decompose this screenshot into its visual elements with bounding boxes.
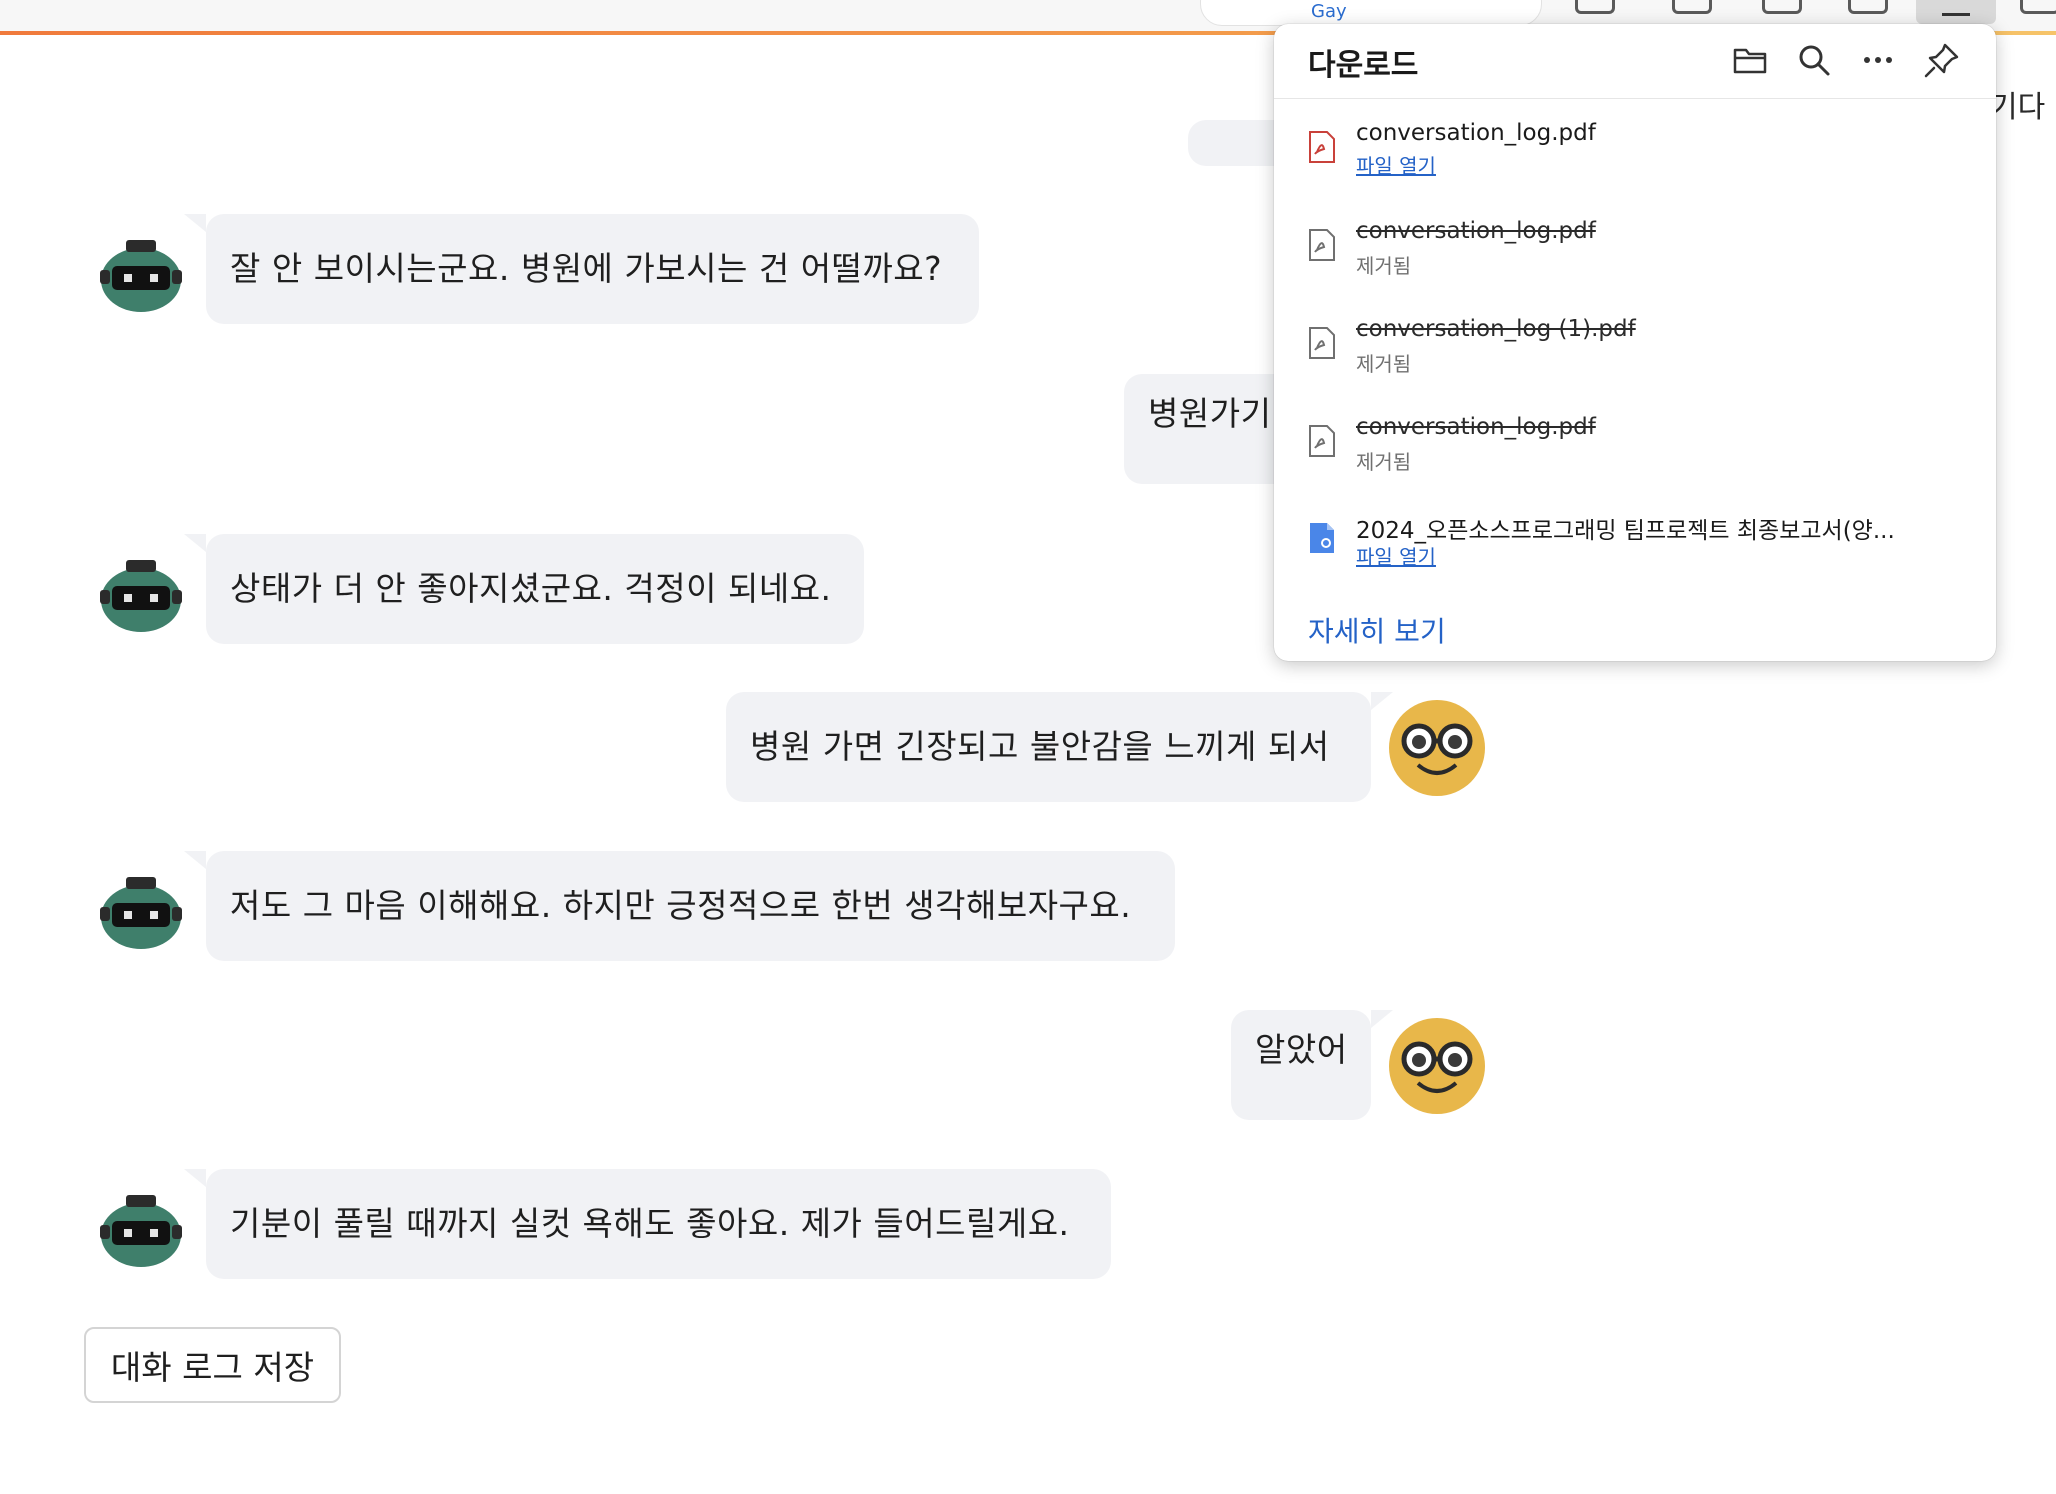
download-item[interactable]: conversation_log.pdf 제거됨 bbox=[1274, 414, 1996, 504]
downloads-panel: 다운로드 conversation_log.pdf 파일 열기 conversa… bbox=[1274, 24, 1996, 661]
extensions-icon[interactable] bbox=[1575, 0, 1615, 14]
bot-avatar bbox=[100, 877, 182, 949]
bot-avatar bbox=[100, 560, 182, 632]
message-text: 알았어 bbox=[1255, 1030, 1348, 1069]
chat-bubble-user: 알았어 bbox=[1231, 1010, 1393, 1120]
downloads-header: 다운로드 bbox=[1274, 24, 1996, 99]
address-bar-fragment[interactable]: Gay bbox=[1200, 0, 1542, 26]
search-icon[interactable] bbox=[1794, 40, 1834, 80]
download-item[interactable]: conversation_log.pdf 제거됨 bbox=[1274, 218, 1996, 308]
downloads-title: 다운로드 bbox=[1308, 48, 1419, 83]
pdf-icon bbox=[1309, 131, 1335, 163]
file-status: 제거됨 bbox=[1356, 352, 1412, 376]
message-text: 병원 가면 긴장되고 불안감을 느끼게 되서 bbox=[750, 727, 1330, 766]
pdf-icon bbox=[1309, 229, 1335, 261]
pin-icon[interactable] bbox=[1922, 40, 1962, 80]
download-icon bbox=[1942, 2, 1970, 16]
downloads-toolbar-button[interactable] bbox=[1916, 0, 1996, 24]
file-name: conversation_log.pdf bbox=[1356, 120, 1596, 146]
message-text: 기분이 풀릴 때까지 실컷 욕해도 좋아요. 제가 들어드릴게요. bbox=[230, 1204, 1070, 1243]
more-options-icon[interactable] bbox=[1858, 40, 1898, 80]
chat-bubble-bot: 저도 그 마음 이해해요. 하지만 긍정적으로 한번 생각해보자구요. bbox=[184, 851, 1175, 961]
download-item[interactable]: conversation_log.pdf 파일 열기 bbox=[1274, 120, 1996, 210]
chat-bubble-bot: 기분이 풀릴 때까지 실컷 욕해도 좋아요. 제가 들어드릴게요. bbox=[184, 1169, 1111, 1279]
message-text: 병원가기 bbox=[1148, 394, 1272, 433]
chat-bubble-bot: 상태가 더 안 좋아지셨군요. 걱정이 되네요. bbox=[184, 534, 864, 644]
user-avatar-glasses-emoji bbox=[1389, 700, 1485, 796]
file-status: 제거됨 bbox=[1356, 254, 1412, 278]
file-name: conversation_log.pdf bbox=[1356, 218, 1596, 244]
user-avatar-glasses-emoji bbox=[1389, 1018, 1485, 1114]
chat-bubble-user: 병원 가면 긴장되고 불안감을 느끼게 되서 bbox=[726, 692, 1393, 802]
doc-icon bbox=[1310, 523, 1334, 553]
bot-avatar bbox=[100, 1195, 182, 1267]
favorites-icon[interactable] bbox=[1762, 0, 1802, 14]
open-folder-icon[interactable] bbox=[1730, 40, 1770, 80]
partial-header-text: 기다 bbox=[1990, 90, 2046, 125]
message-text: 상태가 더 안 좋아지셨군요. 걱정이 되네요. bbox=[230, 569, 832, 608]
pdf-icon bbox=[1309, 425, 1335, 457]
file-name: conversation_log (1).pdf bbox=[1356, 316, 1636, 342]
open-file-link[interactable]: 파일 열기 bbox=[1356, 541, 1436, 570]
open-file-link[interactable]: 파일 열기 bbox=[1356, 150, 1436, 179]
copilot-icon[interactable] bbox=[2020, 0, 2056, 14]
collections-icon[interactable] bbox=[1848, 0, 1888, 14]
address-bar-text: Gay bbox=[1311, 1, 1347, 22]
file-name: conversation_log.pdf bbox=[1356, 414, 1596, 440]
chat-bubble-bot: 잘 안 보이시는군요. 병원에 가보시는 건 어떨까요? bbox=[184, 214, 979, 324]
download-item[interactable]: conversation_log (1).pdf 제거됨 bbox=[1274, 316, 1996, 406]
see-more-link[interactable]: 자세히 보기 bbox=[1308, 610, 1446, 650]
download-item[interactable]: 2024_오픈소스프로그래밍 팀프로젝트 최종보고서(양... 파일 열기 bbox=[1274, 511, 1996, 601]
file-status: 제거됨 bbox=[1356, 450, 1412, 474]
split-screen-icon[interactable] bbox=[1672, 0, 1712, 14]
pdf-icon bbox=[1309, 327, 1335, 359]
file-name: 2024_오픈소스프로그래밍 팀프로젝트 최종보고서(양... bbox=[1356, 518, 1895, 544]
message-text: 잘 안 보이시는군요. 병원에 가보시는 건 어떨까요? bbox=[230, 249, 943, 288]
message-text: 저도 그 마음 이해해요. 하지만 긍정적으로 한번 생각해보자구요. bbox=[230, 886, 1132, 925]
bot-avatar bbox=[100, 240, 182, 312]
save-conversation-log-button[interactable]: 대화 로그 저장 bbox=[84, 1327, 341, 1403]
